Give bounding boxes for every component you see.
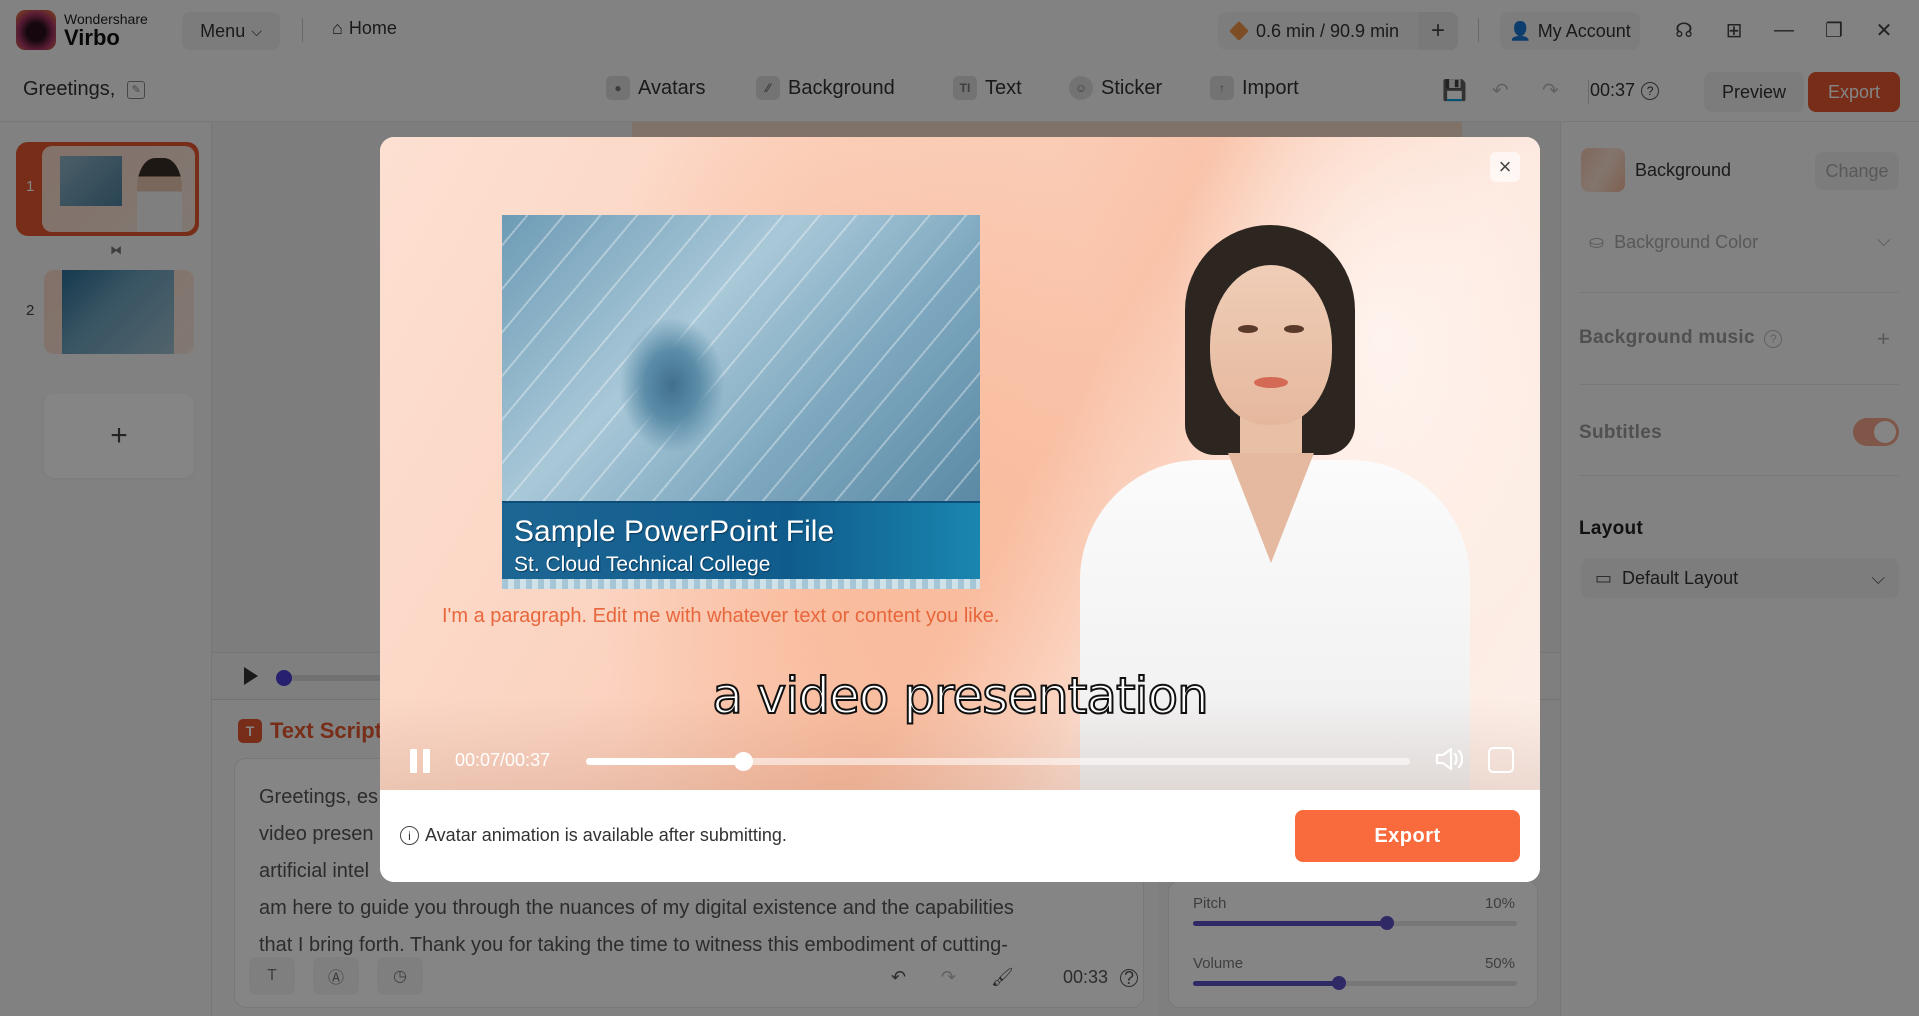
slide-paragraph: I'm a paragraph. Edit me with whatever t… <box>442 605 1000 627</box>
avatar-eye <box>1284 325 1304 333</box>
slide-subtitle: St. Cloud Technical College <box>514 553 771 576</box>
fullscreen-icon[interactable] <box>1488 747 1514 773</box>
info-message: i Avatar animation is available after su… <box>400 825 787 846</box>
slide-strip <box>502 579 980 589</box>
preview-modal: Sample PowerPoint File St. Cloud Technic… <box>380 137 1540 882</box>
slide-title: Sample PowerPoint File <box>514 515 835 548</box>
pause-icon[interactable] <box>410 749 432 773</box>
slide-title-band: Sample PowerPoint File St. Cloud Technic… <box>502 501 980 579</box>
avatar-collar <box>1228 453 1314 563</box>
video-progress-handle[interactable] <box>733 752 753 771</box>
video-time: 00:07/00:37 <box>455 750 551 770</box>
avatar-lips <box>1254 377 1288 388</box>
avatar-eye <box>1238 325 1258 333</box>
video-subtitle: a video presentation <box>711 666 1209 726</box>
video-player[interactable]: Sample PowerPoint File St. Cloud Technic… <box>380 137 1540 790</box>
modal-footer: i Avatar animation is available after su… <box>380 790 1540 882</box>
slide-image: Sample PowerPoint File St. Cloud Technic… <box>502 215 980 589</box>
video-progress-bar[interactable] <box>586 752 1410 771</box>
info-text: Avatar animation is available after subm… <box>425 825 787 845</box>
info-icon: i <box>400 826 419 845</box>
avatar-face <box>1210 265 1332 425</box>
volume-icon[interactable] <box>1434 745 1466 773</box>
video-progress-fill <box>586 758 743 765</box>
modal-export-button[interactable]: Export <box>1295 810 1520 862</box>
close-modal-button[interactable]: × <box>1490 152 1520 182</box>
